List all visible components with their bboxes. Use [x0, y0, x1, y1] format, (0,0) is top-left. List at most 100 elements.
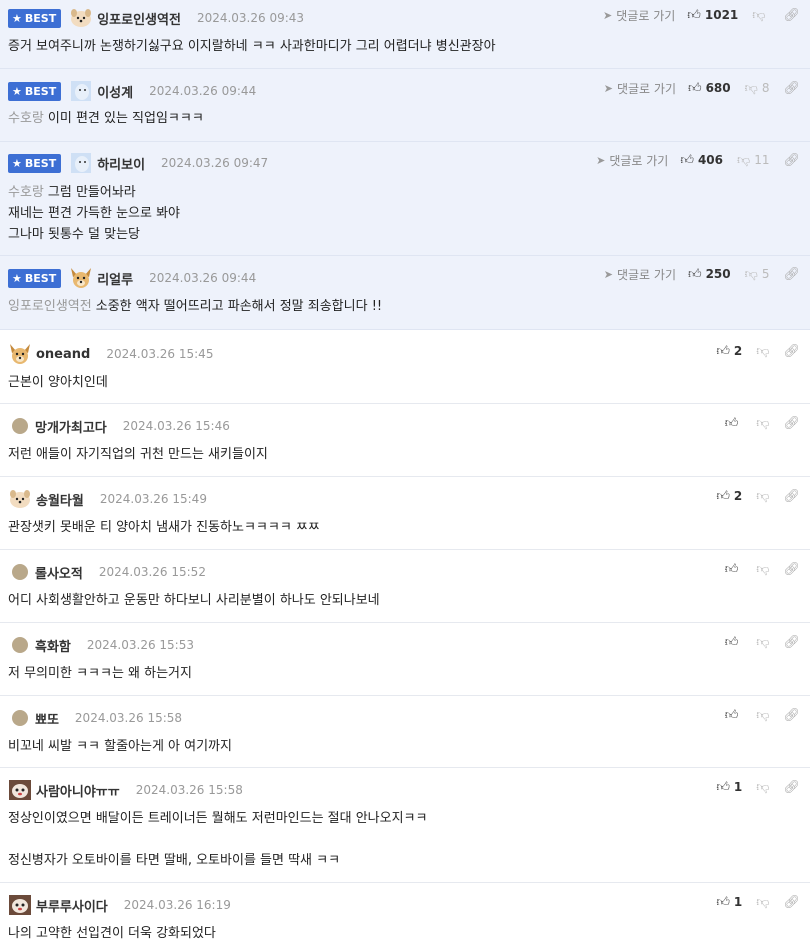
thumbs-up-icon: 👍︎	[724, 634, 739, 650]
star-icon: ★	[12, 11, 22, 25]
thumbs-down-icon: 👎︎	[756, 634, 770, 650]
goto-comment-link[interactable]: ➤ 댓글로 가기	[604, 266, 676, 283]
downvote-button[interactable]: 👎︎ 11	[737, 153, 769, 167]
reply-target[interactable]: 잉포로인생역전	[8, 299, 92, 314]
reply-target[interactable]: 수호랑	[8, 111, 44, 126]
best-label: BEST	[24, 84, 57, 98]
comment-author[interactable]: 사람아니야ㅠㅠ	[36, 781, 120, 800]
copy-link-button[interactable]: 🔗︎	[783, 82, 800, 95]
upvote-count: 1021	[704, 8, 739, 22]
upvote-count: 1	[733, 780, 743, 794]
comment-line: 정상인이였으면 배달이든 트레이너든 뭘해도 저런마인드는 절대 안나오지ㅋㅋ	[8, 811, 428, 826]
downvote-button[interactable]: 👎︎	[756, 781, 769, 794]
goto-label: 댓글로 가기	[616, 267, 676, 282]
downvote-button[interactable]: 👎︎	[756, 636, 769, 649]
comment-author[interactable]: 망개가최고다	[35, 417, 107, 436]
comment-author[interactable]: 하리보이	[97, 154, 145, 173]
link-icon: 🔗︎	[783, 80, 800, 96]
downvote-button[interactable]: 👎︎	[756, 709, 769, 722]
thumbs-up-icon: 👍︎	[687, 80, 702, 96]
copy-link-button[interactable]: 🔗︎	[783, 417, 800, 430]
downvote-button[interactable]: 👎︎	[756, 490, 769, 503]
copy-link-button[interactable]: 🔗︎	[783, 896, 800, 909]
send-arrow-icon: ➤	[603, 81, 613, 95]
copy-link-button[interactable]: 🔗︎	[783, 709, 800, 722]
comment-text: 근본이 양아치인데	[8, 375, 108, 390]
upvote-button[interactable]: 👍︎ 1	[716, 780, 742, 794]
comment: 롤사오적 2024.03.26 15:52 👍︎ 👎︎ 🔗︎ 어디 사회생활안하…	[0, 550, 810, 623]
avatar[interactable]	[8, 488, 32, 510]
comment-date: 2024.03.26 15:53	[86, 638, 194, 652]
send-arrow-icon: ➤	[596, 153, 606, 167]
copy-link-button[interactable]: 🔗︎	[783, 781, 800, 794]
upvote-button[interactable]: 👍︎ 250	[688, 267, 731, 281]
upvote-button[interactable]: 👍︎ 2	[716, 489, 742, 503]
comment-author[interactable]: 뾰또	[35, 709, 59, 728]
link-icon: 🔗︎	[783, 7, 800, 23]
thumbs-up-icon: 👍︎	[716, 894, 730, 910]
upvote-button[interactable]: 👍︎ 406	[680, 153, 723, 167]
comment-actions: ➤ 댓글로 가기 👍︎ 1021 👎︎ 🔗︎	[603, 5, 800, 25]
copy-link-button[interactable]: 🔗︎	[783, 154, 800, 167]
avatar[interactable]	[69, 80, 93, 102]
comment-author[interactable]: 롤사오적	[35, 563, 83, 582]
avatar[interactable]	[12, 710, 28, 726]
downvote-button[interactable]: 👎︎	[756, 345, 769, 358]
upvote-button[interactable]: 👍︎ 680	[688, 81, 731, 95]
thumbs-down-icon: 👎︎	[756, 707, 770, 723]
downvote-count: 11	[754, 153, 770, 167]
copy-link-button[interactable]: 🔗︎	[783, 9, 800, 22]
downvote-button[interactable]: 👎︎	[756, 896, 769, 909]
upvote-button[interactable]: 👍︎ 2	[716, 344, 742, 358]
upvote-button[interactable]: 👍︎ 1021	[687, 8, 738, 22]
comment-author[interactable]: 이성계	[97, 82, 133, 101]
downvote-button[interactable]: 👎︎	[756, 563, 769, 576]
downvote-button[interactable]: 👎︎ 8	[745, 81, 770, 95]
comment-date: 2024.03.26 09:47	[161, 156, 269, 170]
comment-author[interactable]: 흑화함	[35, 636, 71, 655]
comment-date: 2024.03.26 15:46	[122, 419, 230, 433]
goto-comment-link[interactable]: ➤ 댓글로 가기	[603, 7, 675, 24]
upvote-button[interactable]: 👍︎	[725, 417, 743, 430]
copy-link-button[interactable]: 🔗︎	[783, 490, 800, 503]
avatar[interactable]	[8, 894, 32, 916]
copy-link-button[interactable]: 🔗︎	[783, 636, 800, 649]
comment-author[interactable]: 잉포로인생역전	[97, 9, 181, 28]
upvote-count: 250	[705, 267, 731, 281]
copy-link-button[interactable]: 🔗︎	[783, 345, 800, 358]
avatar[interactable]	[69, 152, 93, 174]
copy-link-button[interactable]: 🔗︎	[783, 268, 800, 281]
downvote-button[interactable]: 👎︎	[752, 9, 769, 22]
comment-author[interactable]: oneand	[36, 347, 90, 362]
comment-text: 수호랑 그럼 만들어놔라 재네는 편견 가득한 눈으로 봐야 그나마 됫통수 덜 …	[8, 182, 802, 245]
comment-line: 그나마 됫통수 덜 맞는당	[8, 227, 140, 242]
upvote-button[interactable]: 👍︎	[725, 636, 743, 649]
goto-comment-link[interactable]: ➤ 댓글로 가기	[596, 152, 668, 169]
upvote-button[interactable]: 👍︎	[725, 709, 743, 722]
comment-author[interactable]: 송월타월	[36, 490, 84, 509]
avatar[interactable]	[12, 564, 28, 580]
thumbs-down-icon: 👎︎	[744, 80, 758, 96]
thumbs-up-icon: 👍︎	[680, 152, 694, 168]
avatar[interactable]	[8, 343, 32, 365]
upvote-button[interactable]: 👍︎ 1	[716, 895, 742, 909]
avatar[interactable]	[12, 637, 28, 653]
downvote-button[interactable]: 👎︎	[756, 417, 769, 430]
reply-target[interactable]: 수호랑	[8, 185, 44, 200]
comment-author[interactable]: 부루루사이다	[36, 896, 108, 915]
avatar[interactable]	[12, 418, 28, 434]
downvote-button[interactable]: 👎︎ 5	[745, 267, 770, 281]
comment-text: 저런 애들이 자기직업의 귀천 만드는 새키들이지	[8, 447, 268, 462]
avatar[interactable]	[8, 779, 32, 801]
comment: 사람아니야ㅠㅠ 2024.03.26 15:58 👍︎ 1 👎︎ 🔗︎ 정상인이였…	[0, 768, 810, 883]
upvote-button[interactable]: 👍︎	[725, 563, 743, 576]
comment-header: ★ BEST 리얼루 2024.03.26 09:44	[8, 267, 256, 289]
comment-author[interactable]: 리얼루	[97, 269, 133, 288]
comment-date: 2024.03.26 15:49	[99, 492, 207, 506]
avatar[interactable]	[69, 7, 93, 29]
goto-comment-link[interactable]: ➤ 댓글로 가기	[604, 80, 676, 97]
avatar[interactable]	[69, 267, 93, 289]
comment: 망개가최고다 2024.03.26 15:46 👍︎ 👎︎ 🔗︎ 저런 애들이 …	[0, 404, 810, 477]
copy-link-button[interactable]: 🔗︎	[783, 563, 800, 576]
link-icon: 🔗︎	[783, 707, 800, 723]
